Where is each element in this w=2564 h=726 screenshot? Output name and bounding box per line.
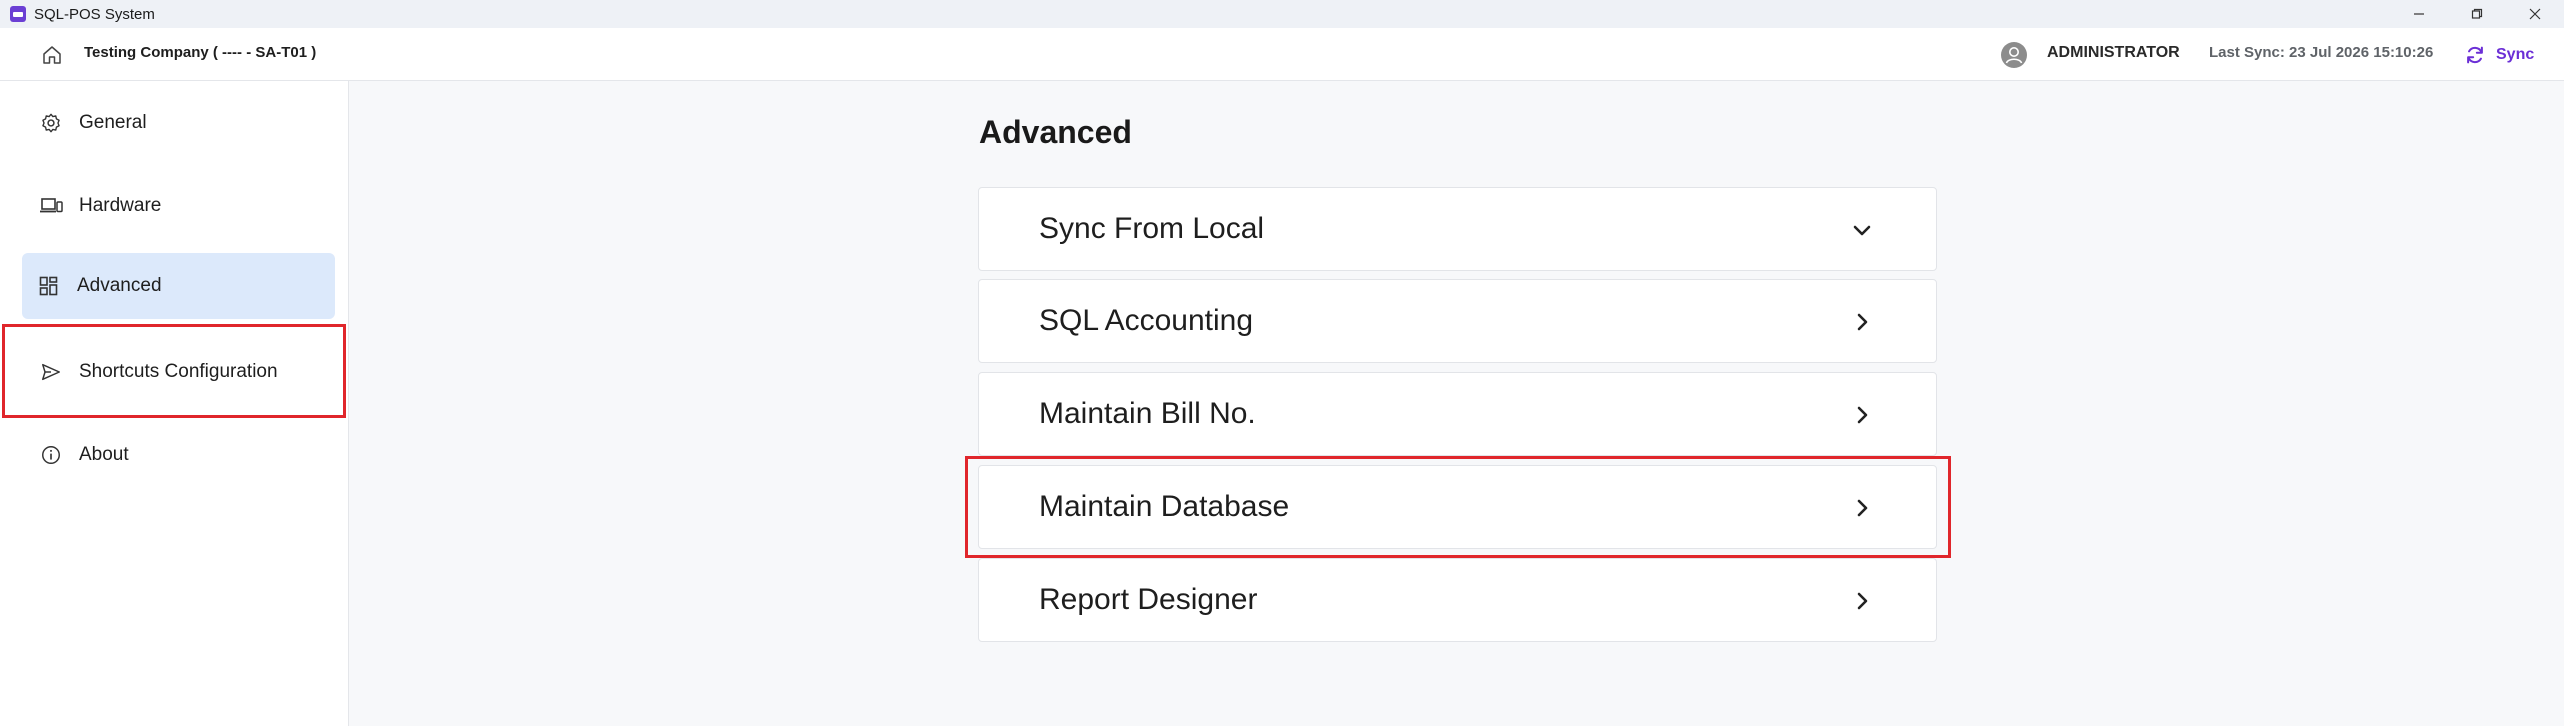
sidebar-item-label: Advanced	[77, 275, 162, 296]
company-name: Testing Company ( ---- - SA-T01 )	[84, 44, 317, 61]
sidebar: General Hardware Advanced Shortcuts Conf…	[0, 81, 349, 726]
sidebar-item-about[interactable]: About	[22, 422, 335, 488]
minimize-icon[interactable]	[2390, 0, 2448, 28]
user-name: ADMINISTRATOR	[2047, 44, 2180, 61]
window-controls	[2390, 0, 2564, 28]
section-label: Maintain Database	[1039, 490, 1290, 523]
section-label: Sync From Local	[1039, 212, 1265, 245]
avatar[interactable]	[2001, 42, 2027, 68]
chevron-down-icon	[1850, 218, 1874, 242]
section-label: SQL Accounting	[1039, 304, 1254, 337]
sync-icon	[2467, 46, 2483, 64]
sidebar-item-advanced[interactable]: Advanced	[22, 253, 335, 319]
sidebar-item-hardware[interactable]: Hardware	[22, 173, 335, 239]
window-title-bar: SQL-POS System	[0, 0, 2564, 28]
section-sql-accounting[interactable]: SQL Accounting	[978, 279, 1937, 363]
info-icon	[38, 442, 64, 468]
home-icon[interactable]	[40, 43, 64, 67]
app-logo-icon	[10, 6, 26, 22]
last-sync-status: Last Sync: 23 Jul 2026 15:10:26	[2209, 44, 2434, 61]
sync-button[interactable]: Sync	[2464, 40, 2534, 70]
chevron-right-icon	[1850, 496, 1874, 520]
devices-icon	[38, 193, 64, 219]
section-maintain-bill-no[interactable]: Maintain Bill No.	[978, 372, 1937, 456]
section-label: Maintain Bill No.	[1039, 397, 1256, 430]
send-icon	[38, 359, 64, 385]
sidebar-item-label: Shortcuts Configuration	[79, 361, 278, 382]
window-title: SQL-POS System	[34, 5, 155, 23]
section-sync-from-local[interactable]: Sync From Local	[978, 187, 1937, 271]
chevron-right-icon	[1850, 310, 1874, 334]
app-header: Testing Company ( ---- - SA-T01 ) ADMINI…	[0, 28, 2564, 81]
gear-icon	[38, 110, 64, 136]
sidebar-item-general[interactable]: General	[22, 90, 335, 156]
sidebar-item-shortcuts-configuration[interactable]: Shortcuts Configuration	[22, 339, 335, 405]
chevron-right-icon	[1850, 589, 1874, 613]
restore-icon[interactable]	[2448, 0, 2506, 28]
sidebar-item-label: Hardware	[79, 195, 162, 216]
chevron-right-icon	[1850, 403, 1874, 427]
sync-label: Sync	[2496, 46, 2535, 63]
section-maintain-database[interactable]: Maintain Database	[978, 465, 1937, 549]
dashboard-icon	[36, 273, 62, 299]
sidebar-item-label: About	[79, 444, 129, 465]
section-label: Report Designer	[1039, 583, 1258, 616]
section-report-designer[interactable]: Report Designer	[978, 558, 1937, 642]
close-icon[interactable]	[2506, 0, 2564, 28]
sidebar-item-label: General	[79, 112, 147, 133]
page-title: Advanced	[979, 114, 1132, 150]
